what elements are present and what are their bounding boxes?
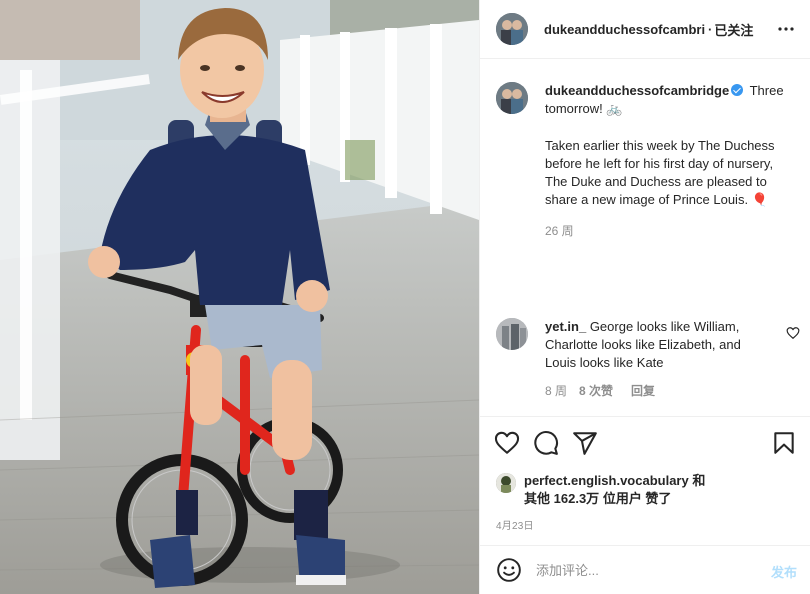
post-header: dukeandduchessofcambri · 已关注 [480,0,810,59]
comment-heart-icon[interactable] [786,326,800,340]
photo-boy-on-bike [0,0,479,594]
avatar[interactable] [496,13,528,45]
comment-body: yet.in_ George looks like William, Charl… [545,318,775,400]
post-date[interactable]: 4月23日 [496,517,534,532]
avatar-photo [496,318,528,350]
bookmark-icon[interactable] [771,430,797,456]
verified-badge-icon [731,84,744,96]
likes-and: 和 [692,473,706,488]
comment-meta: 8 周 8 次赞 回复 [545,382,775,400]
liker-username[interactable]: perfect.english.vocabulary [524,473,689,488]
divider [480,416,810,417]
instagram-post: dukeandduchessofcambri · 已关注 dukeandduch… [0,0,810,594]
likes-suffix: 位用户 赞了 [602,491,672,506]
comment-likes[interactable]: 8 次赞 [579,382,613,400]
avatar-photo [496,82,528,114]
comment-age[interactable]: 8 周 [545,382,567,400]
share-icon[interactable] [572,430,598,456]
add-comment-bar: 发布 [480,546,810,594]
likes-text: perfect.english.vocabulary 和 其他 162.3万 位… [524,472,705,508]
action-bar [494,430,799,456]
caption-body: dukeandduchessofcambridge Three tomorrow… [545,82,796,240]
publish-button[interactable]: 发布 [771,562,797,581]
header-username[interactable]: dukeandduchessofcambri [544,22,706,37]
likes-count[interactable]: 162.3万 [554,491,600,506]
comment-icon[interactable] [533,430,559,456]
comment-avatar[interactable] [496,318,528,350]
following-button[interactable]: 已关注 [714,20,753,39]
avatar-photo [496,13,528,45]
post-photo[interactable] [0,0,479,594]
more-horizontal-icon[interactable] [777,21,795,37]
caption-username[interactable]: dukeandduchessofcambridge [545,83,729,98]
likes-others[interactable]: 其他 [524,491,550,506]
comment-input[interactable] [536,562,756,578]
comment-username[interactable]: yet.in_ [545,319,586,334]
caption-time[interactable]: 26 周 [545,222,796,240]
heart-icon[interactable] [494,430,520,456]
header-separator: · [708,21,713,37]
reply-button[interactable]: 回复 [631,382,655,400]
bicycle-emoji-icon: 🚲 [606,102,623,117]
caption-avatar[interactable] [496,82,528,114]
caption-paragraph: Taken earlier this week by The Duchess b… [545,138,775,207]
caption: dukeandduchessofcambridge Three tomorrow… [496,82,796,240]
smile-icon[interactable] [496,557,522,583]
comment: yet.in_ George looks like William, Charl… [496,318,796,400]
avatar-photo [496,473,516,493]
balloon-emoji-icon: 🎈 [751,193,768,208]
post-sidebar: dukeandduchessofcambri · 已关注 dukeandduch… [479,0,810,594]
likes-summary: perfect.english.vocabulary 和 其他 162.3万 位… [496,472,796,508]
liker-avatar[interactable] [496,473,516,493]
